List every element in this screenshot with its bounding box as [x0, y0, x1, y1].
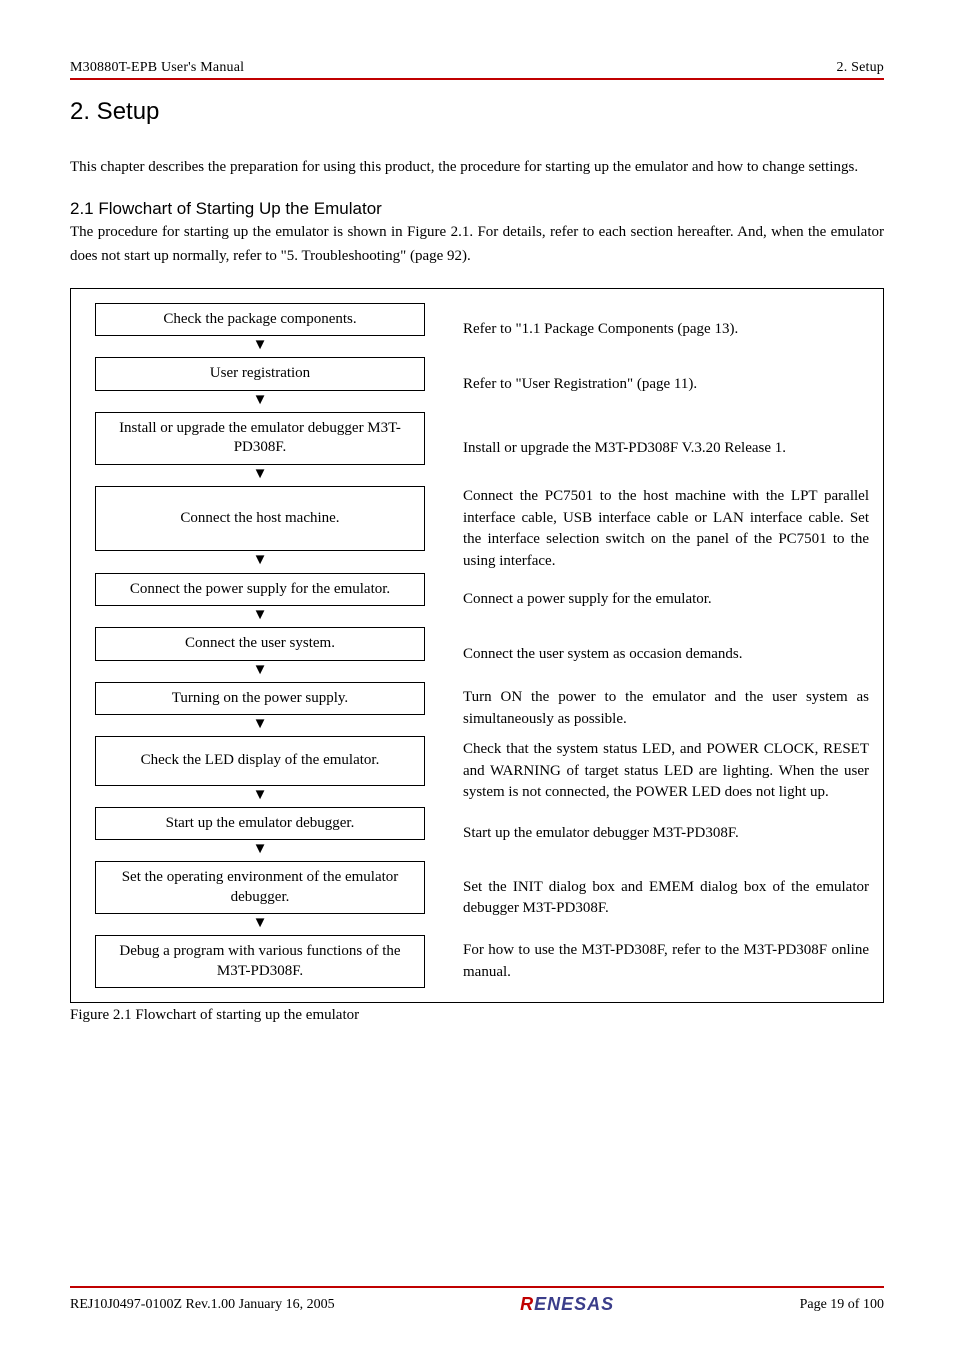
flow-step-desc: Check that the system status LED, and PO… [463, 739, 869, 804]
renesas-logo: RENESAS [520, 1294, 614, 1315]
footer-rule [70, 1286, 884, 1288]
flow-step-box: Set the operating environment of the emu… [95, 861, 425, 914]
flow-step-desc: For how to use the M3T-PD308F, refer to … [463, 940, 869, 984]
flow-step-box: Check the package components. [95, 303, 425, 337]
section-heading: 2.1 Flowchart of Starting Up the Emulato… [70, 199, 884, 219]
chapter-title: 2. Setup [70, 98, 884, 126]
flowchart-container: Check the package components. ▼ Refer to… [70, 288, 884, 1004]
footer-page-number: Page 19 of 100 [800, 1297, 884, 1313]
flow-arrow-icon: ▼ [95, 336, 425, 357]
footer-docinfo: REJ10J0497-0100Z Rev.1.00 January 16, 20… [70, 1297, 335, 1313]
flow-step-box: Debug a program with various functions o… [95, 935, 425, 988]
flow-arrow-icon: ▼ [95, 914, 425, 935]
header-right: 2. Setup [837, 60, 885, 76]
flow-arrow-icon: ▼ [95, 606, 425, 627]
flow-step-desc: Set the INIT dialog box and EMEM dialog … [463, 877, 869, 921]
flow-step-desc: Connect a power supply for the emulator. [463, 589, 712, 611]
flow-step-desc: Connect the PC7501 to the host machine w… [463, 486, 869, 573]
flow-step-desc: Install or upgrade the M3T-PD308F V.3.20… [463, 438, 786, 460]
flow-step-box: Turning on the power supply. [95, 682, 425, 716]
flow-step-box: Connect the power supply for the emulato… [95, 573, 425, 607]
flow-arrow-icon: ▼ [95, 715, 425, 736]
chapter-intro: This chapter describes the preparation f… [70, 156, 884, 179]
flow-step-box: Connect the user system. [95, 627, 425, 661]
flow-arrow-icon: ▼ [95, 465, 425, 486]
figure-caption: Figure 2.1 Flowchart of starting up the … [70, 1007, 884, 1024]
header-rule [70, 78, 884, 80]
flow-arrow-icon: ▼ [95, 661, 425, 682]
header-left: M30880T-EPB User's Manual [70, 60, 244, 76]
flow-step-desc: Start up the emulator debugger M3T-PD308… [463, 823, 739, 845]
flow-step-desc: Refer to "1.1 Package Components (page 1… [463, 319, 738, 341]
flow-step-desc: Turn ON the power to the emulator and th… [463, 687, 869, 731]
flow-step-box: Install or upgrade the emulator debugger… [95, 412, 425, 465]
section-intro: The procedure for starting up the emulat… [70, 221, 884, 268]
flow-arrow-icon: ▼ [95, 551, 425, 572]
flow-step-desc: Connect the user system as occasion dema… [463, 644, 743, 666]
flow-step-box: User registration [95, 357, 425, 391]
flow-step-box: Check the LED display of the emulator. [95, 736, 425, 786]
flow-step-box: Start up the emulator debugger. [95, 807, 425, 841]
flow-arrow-icon: ▼ [95, 391, 425, 412]
flow-arrow-icon: ▼ [95, 786, 425, 807]
flow-step-desc: Refer to "User Registration" (page 11). [463, 374, 697, 396]
flow-step-box: Connect the host machine. [95, 486, 425, 552]
flow-arrow-icon: ▼ [95, 840, 425, 861]
